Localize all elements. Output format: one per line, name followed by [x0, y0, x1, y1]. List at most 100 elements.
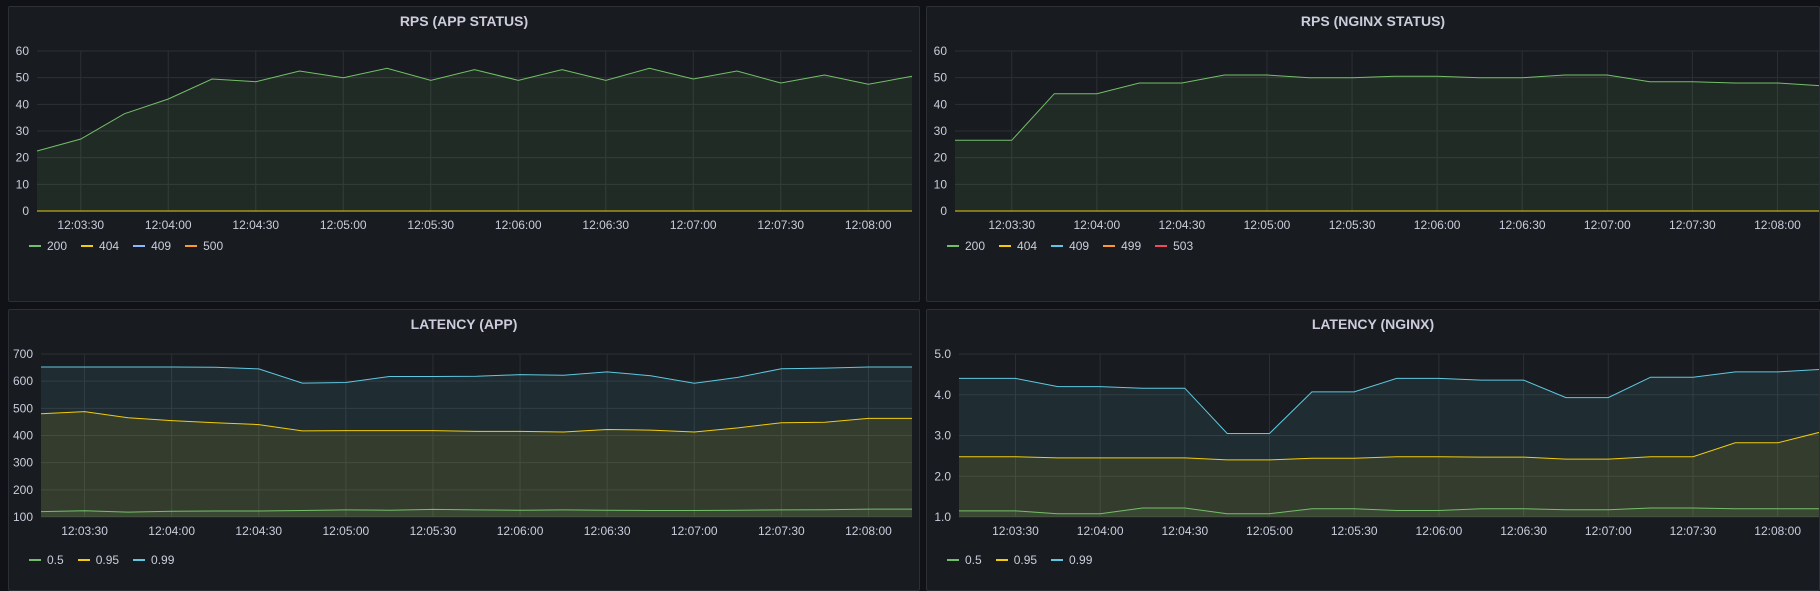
legend: 200 404 409 499 503 — [947, 239, 1193, 253]
x-tick-label: 12:06:30 — [584, 524, 631, 538]
y-tick-label: 10 — [16, 177, 30, 191]
legend-label: 0.99 — [1069, 553, 1093, 567]
legend-item-0.95[interactable]: 0.95 — [995, 553, 1038, 567]
x-tick-label: 12:05:00 — [320, 218, 367, 232]
y-tick-label: 3.0 — [934, 429, 951, 443]
x-tick-label: 12:04:00 — [1073, 218, 1120, 232]
legend-item-500[interactable]: 500 — [185, 239, 223, 253]
y-tick-label: 50 — [934, 71, 948, 85]
rps-nginx-status-chart: 0 10 20 30 40 50 60 12:03:30 12:04:00 12:04:30 12:… — [934, 44, 1819, 232]
legend-swatch — [133, 245, 146, 247]
y-tick-label: 100 — [13, 510, 33, 524]
x-tick-label: 12:04:30 — [1161, 524, 1208, 538]
legend-label: 409 — [1069, 239, 1090, 253]
y-tick-label: 300 — [13, 456, 33, 470]
legend-label: 0.95 — [1013, 553, 1038, 567]
x-tick-label: 12:05:30 — [407, 218, 454, 232]
x-tick-label: 12:03:30 — [61, 524, 108, 538]
x-tick-label: 12:03:30 — [992, 524, 1039, 538]
legend-label: 503 — [1173, 239, 1194, 253]
y-tick-label: 0 — [940, 204, 947, 218]
legend: 0.5 0.95 0.99 — [29, 553, 174, 567]
legend-swatch — [995, 559, 1008, 561]
y-tick-label: 50 — [16, 71, 30, 85]
y-tick-label: 2.0 — [934, 469, 951, 483]
legend-item-503[interactable]: 503 — [1155, 239, 1193, 253]
legend: 200 404 409 500 — [29, 239, 223, 253]
legend-swatch — [29, 559, 41, 561]
y-tick-label: 400 — [13, 429, 33, 443]
y-tick-label: 4.0 — [934, 388, 951, 402]
legend-item-0.99[interactable]: 0.99 — [133, 553, 174, 567]
x-tick-label: 12:08:00 — [1754, 218, 1801, 232]
legend-item-499[interactable]: 499 — [1103, 239, 1141, 253]
x-tick-label: 12:06:00 — [1414, 218, 1461, 232]
legend-item-404[interactable]: 404 — [999, 239, 1037, 253]
legend-swatch — [947, 559, 959, 561]
y-tick-label: 20 — [934, 151, 948, 165]
legend-swatch — [1155, 245, 1168, 247]
legend-item-200[interactable]: 200 — [947, 239, 985, 253]
x-tick-label: 12:03:30 — [988, 218, 1035, 232]
x-tick-label: 12:06:30 — [1499, 218, 1546, 232]
x-tick-label: 12:05:00 — [322, 524, 369, 538]
x-tick-label: 12:08:00 — [845, 524, 892, 538]
latency-nginx-chart: 1.0 2.0 3.0 4.0 5.0 12:03:30 12:04:00 12:04:30 1… — [934, 347, 1819, 538]
x-tick-label: 12:05:30 — [1331, 524, 1378, 538]
y-tick-label: 40 — [934, 97, 948, 111]
legend-item-0.5[interactable]: 0.5 — [947, 553, 982, 567]
legend-label: 200 — [965, 239, 986, 253]
y-tick-label: 30 — [934, 124, 948, 138]
series-area-200 — [955, 75, 1819, 211]
y-tick-label: 1.0 — [934, 510, 951, 524]
legend-item-0.99[interactable]: 0.99 — [1051, 553, 1092, 567]
x-tick-label: 12:07:00 — [670, 218, 717, 232]
x-tick-label: 12:05:00 — [1246, 524, 1293, 538]
y-tick-label: 200 — [13, 483, 33, 497]
legend-swatch — [81, 245, 94, 247]
legend-label: 499 — [1121, 239, 1142, 253]
latency-app-chart: 100 200 300 400 500 600 700 12:03:30 12:04:00 12:… — [13, 347, 912, 538]
legend-item-0.5[interactable]: 0.5 — [29, 553, 64, 567]
y-tick-label: 60 — [934, 44, 948, 58]
legend-label: 0.5 — [47, 553, 64, 567]
legend-item-409[interactable]: 409 — [1051, 239, 1089, 253]
legend-item-200[interactable]: 200 — [29, 239, 67, 253]
y-tick-label: 0 — [22, 204, 29, 218]
y-tick-label: 500 — [13, 401, 33, 415]
legend-item-409[interactable]: 409 — [133, 239, 171, 253]
x-tick-label: 12:05:00 — [1244, 218, 1291, 232]
y-tick-label: 30 — [16, 124, 30, 138]
x-tick-label: 12:05:30 — [1329, 218, 1376, 232]
panel-latency-app: LATENCY (APP) 100 200 300 400 500 600 700 12:03… — [8, 309, 920, 591]
legend-item-404[interactable]: 404 — [81, 239, 119, 253]
legend-swatch — [1103, 245, 1116, 247]
legend-label: 0.5 — [965, 553, 982, 567]
x-tick-label: 12:04:30 — [1159, 218, 1206, 232]
panel-rps-app-status: RPS (APP STATUS) 0 10 20 30 40 50 60 12:03:30 12… — [8, 6, 920, 302]
y-tick-label: 40 — [16, 97, 30, 111]
legend-label: 0.99 — [151, 553, 175, 567]
x-tick-label: 12:06:00 — [1416, 524, 1463, 538]
x-tick-label: 12:04:30 — [232, 218, 279, 232]
x-tick-label: 12:06:00 — [497, 524, 544, 538]
x-tick-label: 12:07:30 — [758, 524, 805, 538]
legend-label: 404 — [99, 239, 120, 253]
x-tick-label: 12:07:30 — [1670, 524, 1717, 538]
x-tick-label: 12:06:00 — [495, 218, 542, 232]
x-tick-label: 12:06:30 — [582, 218, 629, 232]
x-tick-label: 12:08:00 — [845, 218, 892, 232]
legend-label: 409 — [151, 239, 172, 253]
legend-label: 404 — [1017, 239, 1038, 253]
legend: 0.5 0.95 0.99 — [947, 553, 1092, 567]
x-tick-label: 12:08:00 — [1754, 524, 1801, 538]
legend-item-0.95[interactable]: 0.95 — [77, 553, 119, 567]
x-tick-label: 12:07:30 — [757, 218, 804, 232]
panel-latency-nginx: LATENCY (NGINX) 1.0 2.0 3.0 4.0 5.0 12:03:30 1… — [926, 309, 1820, 591]
x-tick-label: 12:07:00 — [1585, 524, 1632, 538]
x-tick-label: 12:03:30 — [57, 218, 104, 232]
x-tick-label: 12:04:30 — [235, 524, 282, 538]
y-tick-label: 600 — [13, 374, 33, 388]
y-tick-label: 5.0 — [934, 347, 951, 361]
y-tick-label: 60 — [16, 44, 30, 58]
